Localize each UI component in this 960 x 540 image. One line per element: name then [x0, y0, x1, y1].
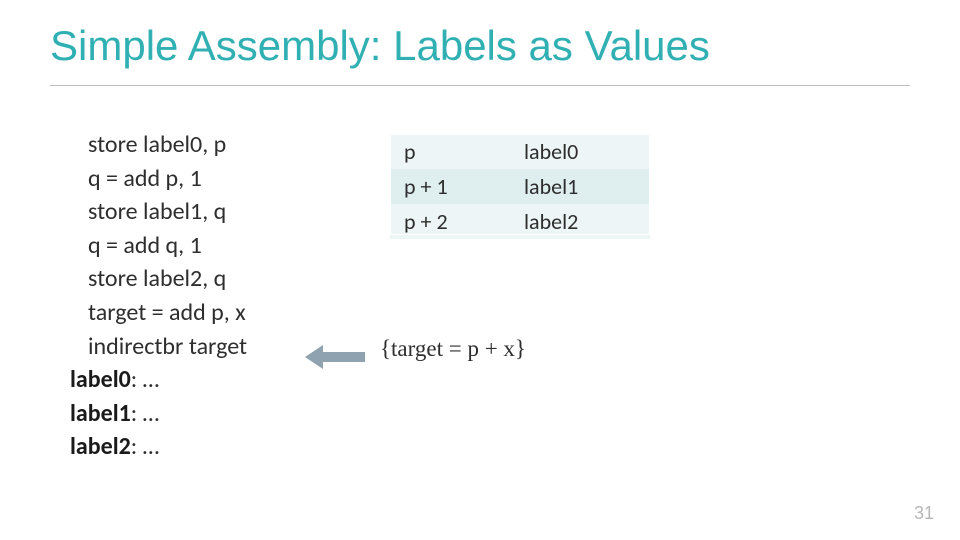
code-line: store label0, p: [70, 128, 247, 162]
slide-title: Simple Assembly: Labels as Values: [50, 22, 710, 70]
code-label-line: label2: …: [70, 430, 247, 464]
memory-table: p label0 p + 1 label1 p + 2 label2: [390, 134, 650, 239]
table-cell-address: p: [390, 134, 510, 169]
table-cell-value: label0: [510, 134, 650, 169]
table-cell-address: p + 2: [390, 204, 510, 239]
table-row: p + 1 label1: [390, 169, 650, 204]
title-divider: [50, 85, 910, 86]
code-line: store label1, q: [70, 195, 247, 229]
label-suffix: : …: [131, 365, 159, 394]
label: label1: [70, 399, 131, 428]
code-label-line: label1: …: [70, 397, 247, 431]
code-line: target = add p, x: [70, 296, 247, 330]
table-cell-address: p + 1: [390, 169, 510, 204]
page-number: 31: [914, 503, 934, 524]
code-line: store label2, q: [70, 262, 247, 296]
code-line: q = add p, 1: [70, 162, 247, 196]
slide: Simple Assembly: Labels as Values store …: [0, 0, 960, 540]
label: label0: [70, 365, 131, 394]
code-line: indirectbr target: [70, 330, 247, 364]
arrow-left-icon: [305, 345, 365, 369]
table-cell-value: label1: [510, 169, 650, 204]
code-block: store label0, p q = add p, 1 store label…: [70, 128, 247, 464]
code-label-line: label0: …: [70, 363, 247, 397]
label-suffix: : …: [131, 432, 159, 461]
table-row: p label0: [390, 134, 650, 169]
label: label2: [70, 432, 131, 461]
equation: {target = p + x}: [380, 336, 526, 362]
table-cell-value: label2: [510, 204, 650, 239]
table-row: p + 2 label2: [390, 204, 650, 239]
code-line: q = add q, 1: [70, 229, 247, 263]
label-suffix: : …: [131, 399, 159, 428]
